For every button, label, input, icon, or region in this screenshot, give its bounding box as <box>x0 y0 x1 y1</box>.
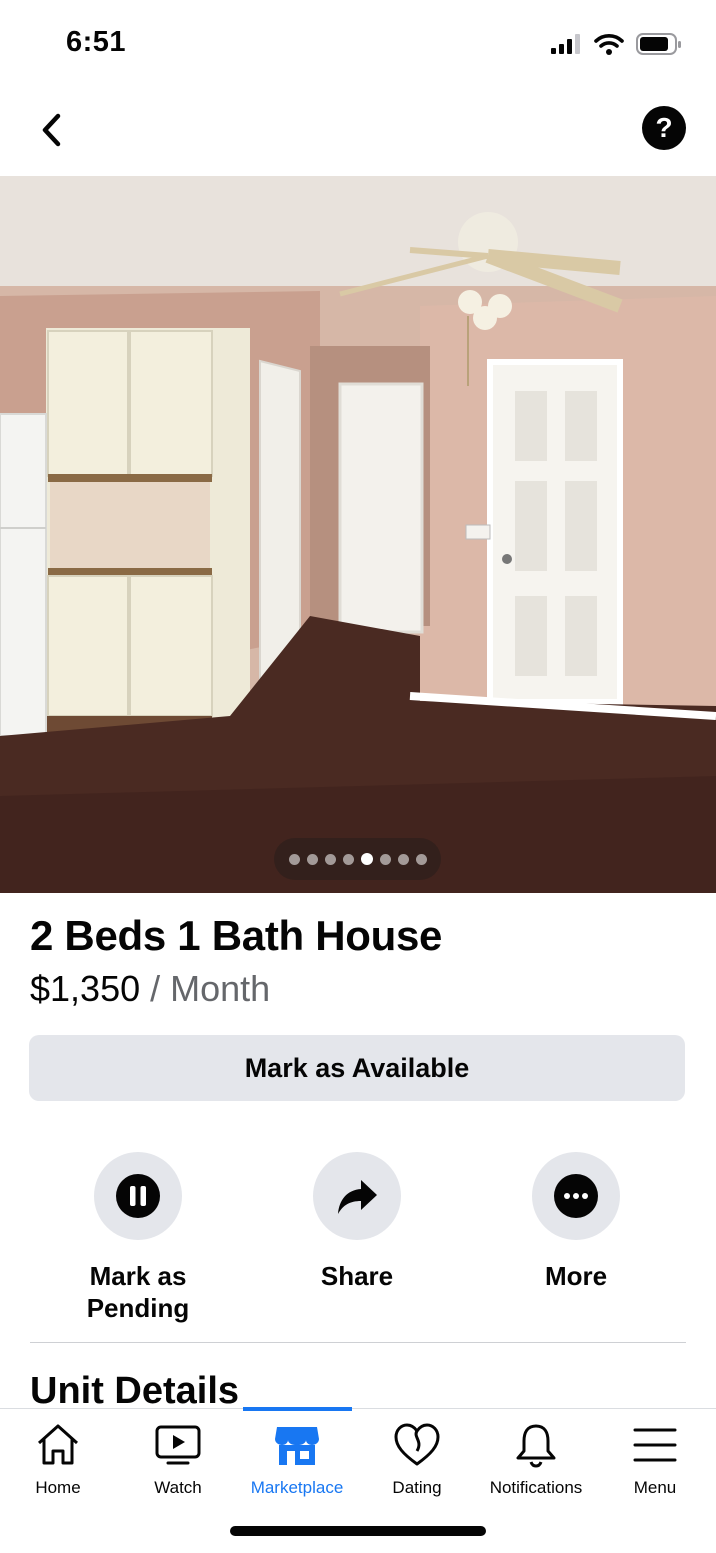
more-action[interactable]: More <box>486 1152 666 1292</box>
tab-watch-label: Watch <box>154 1478 202 1497</box>
status-icons <box>550 32 682 61</box>
mark-as-available-button[interactable]: Mark as Available <box>29 1035 685 1101</box>
listing-title: 2 Beds 1 Bath House <box>30 912 443 959</box>
home-indicator[interactable] <box>230 1526 486 1536</box>
tab-dating[interactable]: Dating <box>357 1418 477 1498</box>
active-tab-indicator <box>243 1407 352 1411</box>
more-button[interactable] <box>532 1152 620 1240</box>
pager-dot[interactable] <box>397 853 409 865</box>
tab-marketplace[interactable]: Marketplace <box>237 1418 357 1498</box>
share-arrow-icon <box>338 1180 377 1214</box>
tab-menu-label: Menu <box>633 1478 677 1497</box>
nav-bar: ? <box>0 90 716 176</box>
back-button[interactable] <box>30 108 74 152</box>
tab-dating-label: Dating <box>392 1478 442 1497</box>
battery-icon <box>636 32 682 61</box>
pager-dot-active[interactable] <box>360 853 373 865</box>
chevron-left-icon <box>42 113 61 147</box>
mark-as-pending-action[interactable]: Mark as Pending <box>48 1152 228 1324</box>
photo-pager[interactable] <box>274 838 441 880</box>
share-label: Share <box>320 1261 394 1291</box>
pager-dot[interactable] <box>324 853 336 865</box>
hamburger-menu-icon <box>633 1428 677 1462</box>
wifi-icon <box>594 33 624 60</box>
more-dots-icon <box>554 1174 598 1218</box>
mark-as-pending-label-line1: Mark as <box>89 1261 187 1291</box>
section-divider <box>30 1342 686 1343</box>
tab-notifications-label: Notifications <box>489 1478 583 1497</box>
pager-dot[interactable] <box>306 853 318 865</box>
tab-menu[interactable]: Menu <box>595 1418 715 1498</box>
more-label: More <box>544 1261 608 1291</box>
help-button[interactable]: ? <box>642 106 686 150</box>
tab-watch[interactable]: Watch <box>118 1418 238 1498</box>
pager-dot[interactable] <box>379 853 391 865</box>
pager-dot[interactable] <box>342 853 354 865</box>
pause-icon <box>116 1174 160 1218</box>
share-action[interactable]: Share <box>267 1152 447 1292</box>
room-photo-illustration <box>0 176 716 893</box>
dating-heart-icon <box>394 1423 440 1466</box>
status-bar: 6:51 <box>0 0 716 90</box>
listing-price: $1,350 <box>30 968 141 1009</box>
marketplace-shop-icon <box>275 1427 319 1465</box>
tab-home-label: Home <box>35 1478 81 1497</box>
pager-dot[interactable] <box>288 853 300 865</box>
cellular-signal-icon <box>550 33 582 60</box>
status-time: 6:51 <box>66 26 127 58</box>
listing-photo[interactable] <box>0 176 716 893</box>
price-unit: / Month <box>140 968 271 1009</box>
mark-as-pending-button[interactable] <box>94 1152 182 1240</box>
bell-icon <box>516 1424 556 1468</box>
mark-as-pending-label-line2: Pending <box>86 1293 190 1323</box>
tab-notifications[interactable]: Notifications <box>476 1418 596 1498</box>
mark-as-pending-label: Mark as Pending <box>48 1260 228 1324</box>
home-icon <box>37 1424 79 1465</box>
unit-details-heading: Unit Details <box>30 1370 240 1412</box>
tab-marketplace-label: Marketplace <box>250 1478 344 1497</box>
share-button[interactable] <box>313 1152 401 1240</box>
watch-video-icon <box>155 1425 201 1465</box>
tab-home[interactable]: Home <box>0 1418 118 1498</box>
price-line: $1,350 / Month <box>30 968 270 1010</box>
pager-dot[interactable] <box>415 853 427 865</box>
